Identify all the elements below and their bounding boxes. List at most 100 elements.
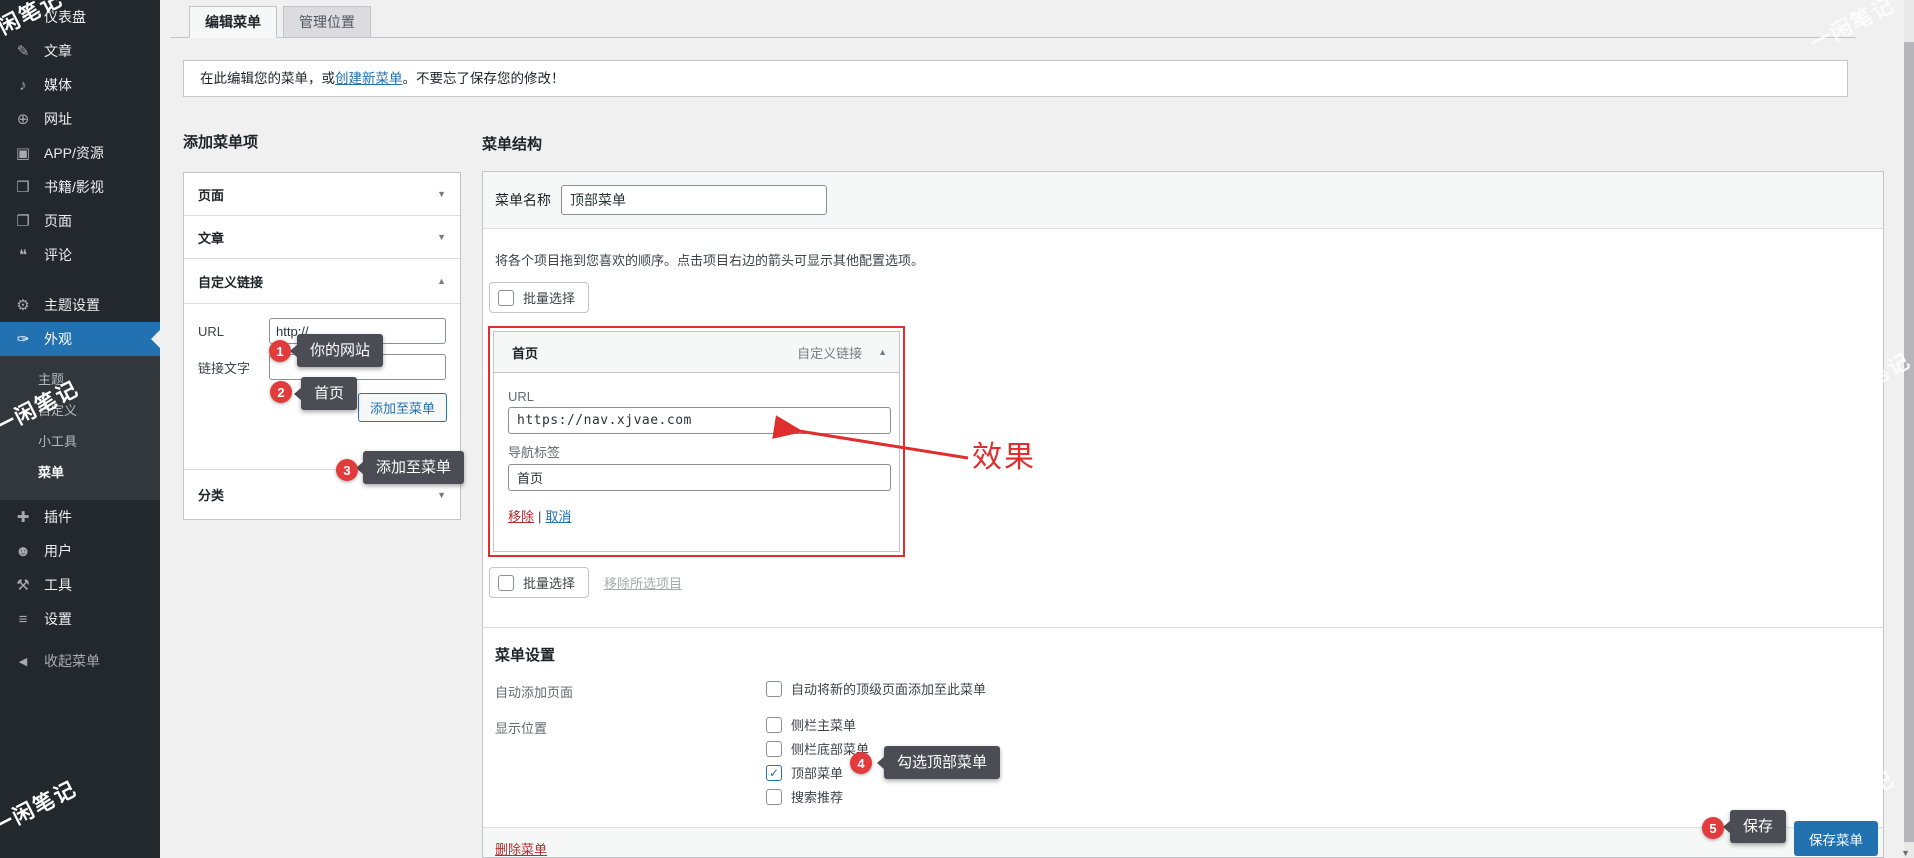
location-option-search-recommend[interactable]: 搜索推荐 bbox=[766, 788, 869, 805]
edit-menu-notice: 在此编辑您的菜单，或创建新菜单。不要忘了保存您的修改！ bbox=[183, 60, 1848, 97]
sidebar-item-label: 书籍/影视 bbox=[44, 177, 104, 197]
location-checkbox[interactable] bbox=[766, 789, 782, 805]
dashboard-icon: ◔ bbox=[12, 9, 34, 26]
effect-annotation-label: 效果 bbox=[972, 432, 1036, 476]
sidebar-item-label: 外观 bbox=[44, 329, 72, 349]
location-checkbox-checked[interactable] bbox=[766, 765, 782, 781]
submenu-item-customize[interactable]: 自定义 bbox=[0, 394, 160, 425]
tab-manage-locations[interactable]: 管理位置 bbox=[283, 6, 371, 38]
sidebar-item-app-resources[interactable]: ▣ APP/资源 bbox=[0, 136, 160, 170]
location-checkbox[interactable] bbox=[766, 741, 782, 757]
add-to-menu-button[interactable]: 添加至菜单 bbox=[358, 393, 447, 422]
chevron-down-icon: ▼ bbox=[437, 490, 446, 500]
submenu-item-menus[interactable]: 菜单 bbox=[0, 456, 160, 487]
tab-underline bbox=[170, 37, 1856, 38]
step-badge-3: 3 bbox=[336, 459, 358, 481]
remove-item-link[interactable]: 移除 bbox=[508, 509, 534, 524]
sidebar-collapse-menu[interactable]: ◀ 收起菜单 bbox=[0, 644, 160, 678]
collapse-arrow-icon: ◀ bbox=[12, 655, 34, 668]
bulk-select-toggle-bottom[interactable]: 批量选择 bbox=[489, 567, 589, 598]
step-tooltip-5: 保存 bbox=[1730, 810, 1786, 843]
menu-item-type: 自定义链接 bbox=[797, 343, 862, 362]
sidebar-item-label: 媒体 bbox=[44, 75, 72, 95]
sidebar-item-label: 网址 bbox=[44, 109, 72, 129]
link-text-field-label: 链接文字 bbox=[198, 358, 269, 377]
location-option-sidebar-main[interactable]: 侧栏主菜单 bbox=[766, 716, 869, 733]
accordion-section-pages[interactable]: 页面 ▼ bbox=[184, 173, 460, 216]
book-icon: ❒ bbox=[12, 178, 34, 196]
display-location-label: 显示位置 bbox=[495, 716, 766, 805]
menu-item-header[interactable]: 首页 自定义链接 ▲ bbox=[494, 332, 899, 373]
scrollbar-thumb[interactable] bbox=[1904, 42, 1914, 842]
menu-name-row: 菜单名称 bbox=[483, 172, 1883, 229]
auto-add-pages-label: 自动添加页面 bbox=[495, 680, 766, 701]
submenu-item-themes[interactable]: 主题 bbox=[0, 363, 160, 394]
appearance-submenu: 主题 自定义 小工具 菜单 bbox=[0, 356, 160, 500]
sidebar-item-theme-settings[interactable]: ⚙ 主题设置 bbox=[0, 288, 160, 322]
accordion-section-custom-links[interactable]: 自定义链接 ▲ bbox=[184, 259, 460, 304]
posts-pin-icon: ✎ bbox=[12, 42, 34, 60]
menu-name-input[interactable] bbox=[561, 185, 827, 215]
auto-add-option-label: 自动将新的顶级页面添加至此菜单 bbox=[791, 679, 986, 698]
auto-add-checkbox[interactable] bbox=[766, 681, 782, 697]
pages-icon: ❐ bbox=[12, 212, 34, 230]
chevron-up-icon: ▲ bbox=[437, 276, 446, 286]
scrollbar-track[interactable] bbox=[1904, 0, 1914, 858]
sidebar-item-books-movies[interactable]: ❒ 书籍/影视 bbox=[0, 170, 160, 204]
notice-text-pre: 在此编辑您的菜单，或 bbox=[200, 71, 335, 86]
bulk-select-toggle-top[interactable]: 批量选择 bbox=[489, 282, 589, 313]
remove-selected-link[interactable]: 移除所选项目 bbox=[604, 573, 682, 592]
sidebar-item-media[interactable]: ♪ 媒体 bbox=[0, 68, 160, 102]
tools-icon: ⚒ bbox=[12, 576, 34, 594]
menu-name-label: 菜单名称 bbox=[495, 190, 553, 210]
chevron-down-icon: ▼ bbox=[437, 189, 446, 199]
bulk-select-label: 批量选择 bbox=[523, 288, 575, 307]
sidebar-item-comments[interactable]: ❝ 评论 bbox=[0, 238, 160, 272]
step-tooltip-1: 你的网站 bbox=[297, 334, 383, 367]
bulk-actions-row: 批量选择 移除所选项目 bbox=[489, 567, 682, 598]
sidebar-item-appearance[interactable]: ✑ 外观 bbox=[0, 322, 160, 356]
red-arrow-annotation bbox=[758, 412, 988, 472]
sliders-icon: ≡ bbox=[12, 611, 34, 628]
sidebar-item-label: 页面 bbox=[44, 211, 72, 231]
admin-sidebar: ◔ 仪表盘 ✎ 文章 ♪ 媒体 ⊕ 网址 ▣ APP/资源 ❒ 书籍/影视 ❐ … bbox=[0, 0, 160, 858]
drag-instructions: 将各个项目拖到您喜欢的顺序。点击项目右边的箭头可显示其他配置选项。 bbox=[495, 250, 1883, 269]
auto-add-pages-option[interactable]: 自动将新的顶级页面添加至此菜单 bbox=[766, 680, 986, 697]
chevron-up-icon[interactable]: ▲ bbox=[878, 347, 887, 357]
location-checkbox[interactable] bbox=[766, 717, 782, 733]
media-icon: ♪ bbox=[12, 77, 34, 94]
submenu-item-widgets[interactable]: 小工具 bbox=[0, 425, 160, 456]
bulk-select-checkbox[interactable] bbox=[498, 290, 514, 306]
sidebar-item-links[interactable]: ⊕ 网址 bbox=[0, 102, 160, 136]
sidebar-item-users[interactable]: ☻ 用户 bbox=[0, 534, 160, 568]
sidebar-item-tools[interactable]: ⚒ 工具 bbox=[0, 568, 160, 602]
step-tooltip-4: 勾选顶部菜单 bbox=[884, 746, 1000, 779]
accordion-section-posts[interactable]: 文章 ▼ bbox=[184, 216, 460, 259]
sidebar-item-dashboard[interactable]: ◔ 仪表盘 bbox=[0, 0, 160, 34]
delete-menu-link[interactable]: 删除菜单 bbox=[495, 839, 547, 858]
settings-divider bbox=[483, 627, 1883, 628]
notice-text-post: 。不要忘了保存您的修改！ bbox=[403, 71, 565, 86]
save-menu-button[interactable]: 保存菜单 bbox=[1794, 821, 1878, 856]
item-url-label: URL bbox=[508, 389, 891, 404]
sidebar-item-plugins[interactable]: ✚ 插件 bbox=[0, 500, 160, 534]
create-new-menu-link[interactable]: 创建新菜单 bbox=[335, 71, 403, 86]
scrollbar-down-arrow[interactable]: ▼ bbox=[1901, 848, 1910, 858]
cancel-link[interactable]: 取消 bbox=[545, 509, 571, 524]
tab-edit-menus[interactable]: 编辑菜单 bbox=[189, 6, 277, 38]
step-badge-2: 2 bbox=[270, 381, 292, 403]
wordpress-menus-page: { "colors": { "accent_blue": "#2271b1", … bbox=[0, 0, 1914, 858]
watermark: 一闲笔记 bbox=[1804, 0, 1900, 57]
url-field-label: URL bbox=[198, 324, 269, 339]
sidebar-item-posts[interactable]: ✎ 文章 bbox=[0, 34, 160, 68]
location-label: 侧栏主菜单 bbox=[791, 715, 856, 734]
step-tooltip-3: 添加至菜单 bbox=[363, 451, 464, 484]
sidebar-item-pages[interactable]: ❐ 页面 bbox=[0, 204, 160, 238]
sidebar-item-label: 工具 bbox=[44, 575, 72, 595]
bulk-select-checkbox[interactable] bbox=[498, 575, 514, 591]
bulk-select-label: 批量选择 bbox=[523, 573, 575, 592]
sidebar-item-label: 插件 bbox=[44, 507, 72, 527]
nav-tabs: 编辑菜单 管理位置 bbox=[189, 6, 371, 38]
sidebar-item-label: 仪表盘 bbox=[44, 7, 86, 27]
sidebar-item-settings[interactable]: ≡ 设置 bbox=[0, 602, 160, 636]
